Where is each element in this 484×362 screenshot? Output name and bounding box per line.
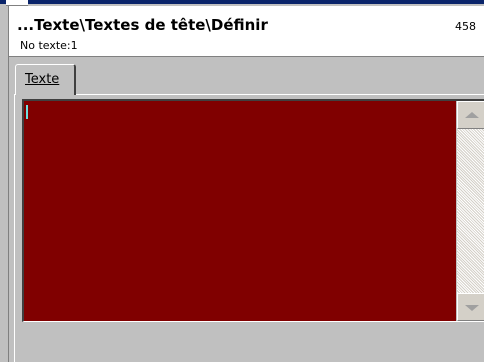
text-editor[interactable]: [22, 99, 484, 322]
text-caret: [26, 105, 28, 119]
header-panel: ...Texte\Textes de tête\Définir 458 No t…: [8, 6, 484, 57]
left-divider: [8, 57, 9, 362]
scroll-down-arrow-icon: [465, 305, 479, 311]
page-title: ...Texte\Textes de tête\Définir: [17, 16, 268, 34]
scroll-up-button[interactable]: [457, 101, 484, 129]
window: ...Texte\Textes de tête\Définir 458 No t…: [0, 0, 484, 362]
scroll-up-arrow-icon: [465, 112, 479, 118]
scroll-down-button[interactable]: [457, 293, 484, 321]
top-strip: [0, 0, 484, 4]
tab-texte-label: Texte: [25, 72, 60, 87]
tab-texte[interactable]: Texte: [15, 64, 76, 95]
vertical-scrollbar[interactable]: [456, 101, 484, 321]
text-number-label: No texte:1: [20, 39, 78, 52]
record-count: 458: [455, 20, 476, 33]
